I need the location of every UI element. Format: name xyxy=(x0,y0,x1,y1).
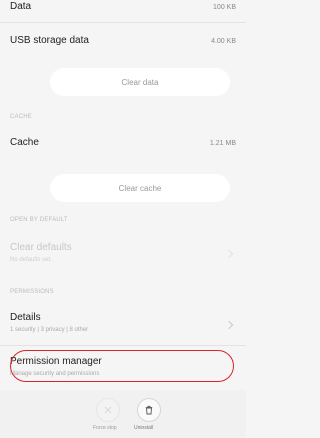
section-open-by-default: OPEN BY DEFAULT xyxy=(10,217,68,223)
section-permissions: PERMISSIONS xyxy=(10,289,54,295)
usb-storage-value: 4.00 KB xyxy=(211,38,236,45)
data-value: 100 KB xyxy=(213,4,236,11)
chevron-right-icon xyxy=(224,249,234,259)
usb-storage-title: USB storage data xyxy=(10,35,89,46)
usb-storage-row: USB storage data 4.00 KB xyxy=(0,23,246,59)
data-row: Data 100 KB xyxy=(0,0,246,22)
clear-defaults-title: Clear defaults xyxy=(10,242,72,253)
force-stop-label: Force stop xyxy=(93,425,117,431)
uninstall-button[interactable] xyxy=(137,398,161,422)
section-cache: CACHE xyxy=(10,114,33,120)
close-icon xyxy=(104,406,112,414)
highlight-outline xyxy=(10,350,234,382)
data-title: Data xyxy=(10,1,32,12)
clear-data-button[interactable]: Clear data xyxy=(50,68,230,96)
clear-defaults-subtitle: No defaults set. xyxy=(10,257,52,263)
details-row[interactable]: Details 1 security | 3 privacy | 8 other xyxy=(0,302,246,344)
clear-cache-button[interactable]: Clear cache xyxy=(50,174,230,202)
details-title: Details xyxy=(10,312,41,323)
divider xyxy=(0,345,246,346)
cache-title: Cache xyxy=(10,137,39,148)
clear-defaults-row[interactable]: Clear defaults No defaults set. xyxy=(0,233,246,273)
cache-value: 1.21 MB xyxy=(209,140,236,147)
bottom-action-bar: Force stop Uninstall xyxy=(0,390,246,438)
force-stop-button[interactable] xyxy=(96,398,120,422)
cache-row: Cache 1.21 MB xyxy=(0,128,246,160)
chevron-right-icon xyxy=(224,320,234,330)
uninstall-label: Uninstall xyxy=(134,425,154,431)
trash-icon xyxy=(145,405,153,415)
details-subtitle: 1 security | 3 privacy | 8 other xyxy=(10,327,89,333)
